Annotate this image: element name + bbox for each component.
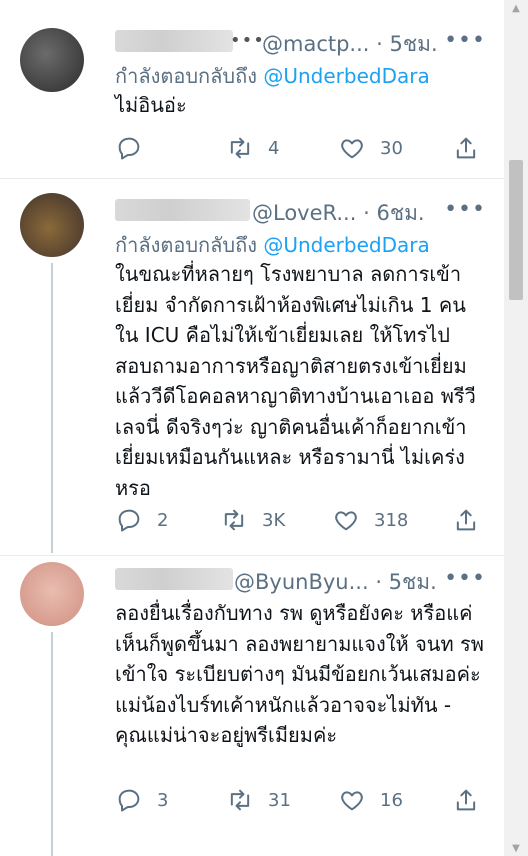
tweet[interactable]: ••• @mactp... · 5ชม. ••• กำลังตอบกลับถึง…	[0, 0, 504, 179]
like-count: 16	[380, 789, 403, 811]
share-icon	[456, 137, 476, 159]
retweet-count: 4	[268, 137, 280, 159]
avatar[interactable]	[20, 193, 84, 257]
more-icon[interactable]: •••	[444, 28, 486, 53]
like-icon	[341, 791, 363, 811]
tweet-actions: 3 31 16	[0, 786, 504, 816]
tweet[interactable]: @LoveR... · 6ชม. ••• กำลังตอบกลับถึง @Un…	[0, 179, 504, 556]
reply-button[interactable]	[115, 134, 157, 162]
like-button[interactable]: 318	[332, 506, 408, 534]
scrollbar-thumb[interactable]	[509, 160, 523, 300]
reply-button[interactable]: 3	[115, 786, 168, 814]
like-button[interactable]: 16	[338, 786, 403, 814]
reply-icon	[118, 509, 140, 532]
like-count: 30	[380, 137, 403, 159]
name-truncation: •••	[230, 30, 265, 51]
avatar[interactable]	[20, 28, 84, 92]
scroll-up-arrow-icon[interactable]: ▲	[504, 0, 528, 16]
reply-icon	[118, 789, 140, 812]
retweet-icon	[224, 509, 244, 531]
retweet-icon	[230, 137, 250, 159]
separator-dot: ·	[376, 32, 390, 56]
retweet-button[interactable]: 31	[226, 786, 291, 814]
mention-link[interactable]: @UnderbedDara	[263, 233, 429, 257]
share-button[interactable]	[452, 786, 480, 814]
replying-to: กำลังตอบกลับถึง @UnderbedDara	[115, 229, 430, 261]
display-name[interactable]	[115, 199, 250, 221]
separator-dot: ·	[375, 570, 389, 594]
retweet-icon	[230, 789, 250, 811]
more-icon[interactable]: •••	[444, 566, 486, 591]
tweet-actions: 4 30	[0, 134, 504, 164]
like-button[interactable]: 30	[338, 134, 403, 162]
retweet-button[interactable]: 3K	[220, 506, 285, 534]
tweet-time[interactable]: 5ชม.	[389, 570, 437, 594]
replying-to: กำลังตอบกลับถึง @UnderbedDara	[115, 60, 430, 92]
share-button[interactable]	[452, 134, 480, 162]
mention-link[interactable]: @UnderbedDara	[263, 64, 429, 88]
replying-prefix: กำลังตอบกลับถึง	[115, 233, 257, 257]
tweet-time[interactable]: 5ชม.	[390, 32, 438, 56]
user-handle[interactable]: @LoveR...	[252, 201, 356, 225]
more-icon[interactable]: •••	[444, 197, 486, 222]
like-icon	[335, 511, 357, 531]
tweet-text: ในขณะที่หลายๆ โรงพยาบาล ลดการเข้าเยี่ยม …	[115, 262, 476, 500]
tweet-text: ลองยื่นเรื่องกับทาง รพ ดูหรือยังคะ หรือแ…	[115, 601, 484, 747]
like-icon	[341, 139, 363, 159]
separator-dot: ·	[363, 201, 377, 225]
tweet-text: ไม่อินอ่ะ	[115, 93, 187, 117]
scroll-down-arrow-icon[interactable]: ▼	[504, 840, 528, 856]
tweet[interactable]: @ByunByu... · 5ชม. ••• ลองยื่นเรื่องกับท…	[0, 556, 504, 856]
reply-count: 3	[157, 789, 169, 811]
retweet-count: 31	[268, 789, 291, 811]
retweet-button[interactable]: 4	[226, 134, 279, 162]
reply-button[interactable]: 2	[115, 506, 168, 534]
tweet-time[interactable]: 6ชม.	[376, 201, 424, 225]
user-handle[interactable]: @ByunByu...	[234, 570, 369, 594]
retweet-count: 3K	[262, 509, 286, 531]
share-icon	[456, 789, 476, 811]
display-name[interactable]	[115, 30, 233, 52]
display-name[interactable]	[115, 568, 233, 590]
tweet-feed: ••• @mactp... · 5ชม. ••• กำลังตอบกลับถึง…	[0, 0, 504, 856]
scrollbar[interactable]: ▲ ▼	[504, 0, 528, 856]
like-count: 318	[374, 509, 409, 531]
tweet-meta: @ByunByu... · 5ชม.	[234, 566, 437, 599]
share-icon	[456, 509, 476, 531]
thread-line	[51, 632, 53, 856]
user-handle[interactable]: @mactp...	[262, 32, 369, 56]
tweet-meta: @mactp... · 5ชม.	[262, 28, 438, 61]
tweet-meta: @LoveR... · 6ชม.	[252, 197, 425, 230]
reply-icon	[118, 137, 140, 160]
avatar[interactable]	[20, 562, 84, 626]
replying-prefix: กำลังตอบกลับถึง	[115, 64, 257, 88]
tweet-actions: 2 3K 318	[0, 506, 504, 536]
share-button[interactable]	[452, 506, 480, 534]
reply-count: 2	[157, 509, 169, 531]
